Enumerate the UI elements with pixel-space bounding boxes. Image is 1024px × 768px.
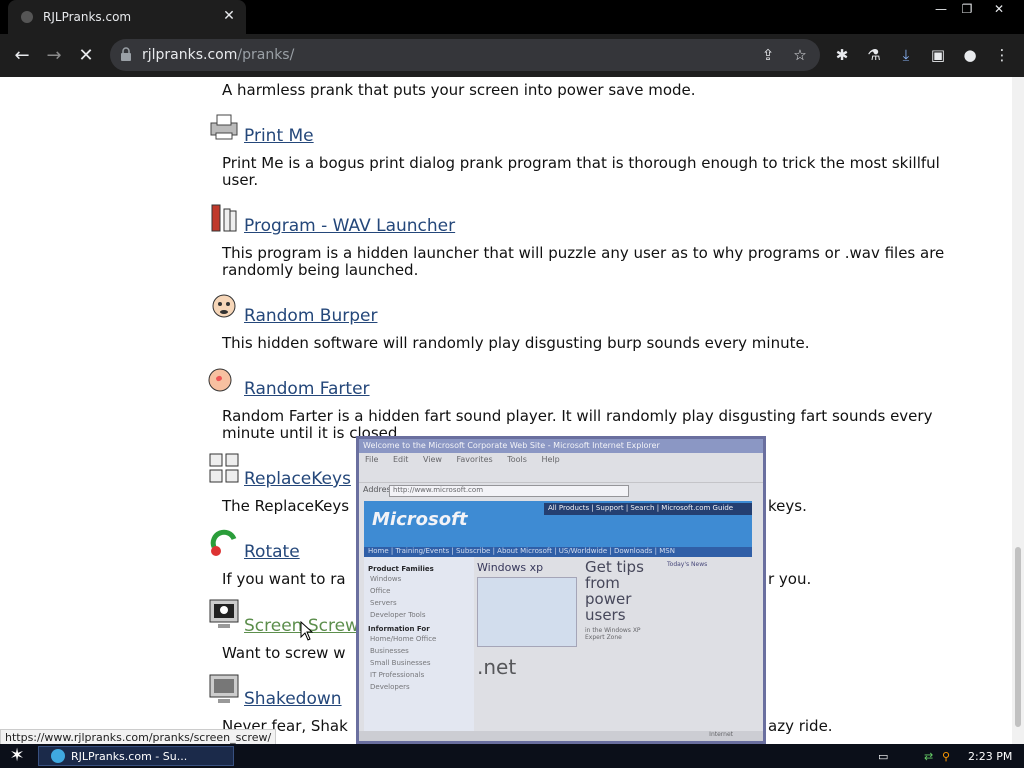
link-status-url: https://www.rjlpranks.com/pranks/screen_…	[0, 729, 277, 745]
get-tips-headline: Get tips from power users	[585, 558, 644, 624]
forward-icon[interactable]: →	[40, 42, 68, 70]
printer-icon	[210, 114, 238, 140]
get-tips-subtext: in the Windows XP Expert Zone	[585, 627, 641, 641]
ms-link[interactable]: Servers	[368, 597, 470, 609]
ms-link[interactable]: Businesses	[368, 645, 470, 657]
ie-window: Welcome to the Microsoft Corporate Web S…	[359, 439, 763, 741]
stop-icon[interactable]: ✕	[72, 42, 100, 70]
prank-link-replacekeys[interactable]: ReplaceKeys	[244, 469, 351, 489]
prank-desc-rotate: If you want to ra	[222, 570, 346, 588]
address-bar[interactable]: rjlpranks.com/pranks/ ⇪ ☆	[110, 39, 820, 71]
windows-xp-logo: Windows xp	[477, 561, 544, 574]
ms-left-column: Product Families Windows Office Servers …	[364, 557, 474, 737]
labs-flask-icon[interactable]: ⚗	[862, 43, 886, 67]
url-text: rjlpranks.com/pranks/	[142, 47, 295, 63]
ie-title: Welcome to the Microsoft Corporate Web S…	[359, 439, 763, 453]
keys-icon	[209, 453, 239, 483]
prank-desc-power-save: A harmless prank that puts your screen i…	[222, 81, 696, 99]
ms-link[interactable]: Developers	[368, 681, 470, 693]
skull-monitor-icon	[209, 599, 239, 628]
tab-strip: RJLPranks.com ✕ — ❐ ✕	[0, 0, 1024, 34]
prank-link-print-me[interactable]: Print Me	[244, 126, 314, 146]
taskbar: ✶ RJLPranks.com - Su... ▭ ⇄ ⚲ 2:23 PM	[0, 744, 1024, 768]
ms-link[interactable]: Office	[368, 585, 470, 597]
rotate-icon	[210, 529, 237, 556]
scrollbar-thumb[interactable]	[1015, 547, 1021, 727]
search-icon[interactable]: ⚲	[942, 750, 950, 763]
prank-desc-print-me: Print Me is a bogus print dialog prank p…	[222, 154, 940, 189]
prank-desc-screen-screw: Want to screw w	[222, 644, 346, 662]
tab-rjlpranks[interactable]: RJLPranks.com ✕	[8, 0, 246, 34]
ie-menu-view[interactable]: View	[423, 455, 442, 464]
ie-menu-help[interactable]: Help	[541, 455, 559, 464]
ms-right-column: Today's News	[663, 557, 749, 737]
lock-icon	[121, 47, 131, 61]
prank-link-random-farter[interactable]: Random Farter	[244, 379, 370, 399]
ms-link[interactable]: Developer Tools	[368, 609, 470, 621]
farter-icon	[208, 368, 232, 392]
prank-desc-shakedown-tail: azy ride.	[768, 717, 833, 735]
ms-link[interactable]: Windows	[368, 573, 470, 585]
ie-menu: File Edit View Favorites Tools Help	[359, 453, 763, 467]
ie-address-row: Address http://www.microsoft.com	[359, 483, 763, 499]
taskbar-item-label: RJLPranks.com - Su...	[71, 750, 188, 763]
ms-main-column: Windows xp Get tips from power users in …	[477, 557, 657, 737]
ms-heading-product-families: Product Families	[368, 565, 434, 573]
keyboard-icon[interactable]: ▭	[878, 750, 888, 763]
download-icon[interactable]: ⤓	[894, 43, 918, 67]
launcher-icon	[211, 204, 237, 232]
ie-toolbar	[359, 467, 763, 483]
ie-status-bar: Internet	[359, 731, 763, 741]
start-star-icon[interactable]: ✶	[6, 746, 28, 766]
menu-kebab-icon[interactable]: ⋮	[990, 43, 1014, 67]
ms-news-heading: Today's News	[667, 561, 708, 568]
page-scrollbar[interactable]	[1012, 77, 1024, 744]
browser-toolbar: ← → ✕ rjlpranks.com/pranks/ ⇪ ☆ ✱ ⚗ ⤓ ▣ …	[0, 34, 1024, 77]
prank-link-rotate[interactable]: Rotate	[244, 542, 300, 562]
close-window-button[interactable]: ✕	[984, 0, 1014, 18]
prank-desc-replacekeys: The ReplaceKeys	[222, 497, 350, 515]
taskbar-item-browser[interactable]: RJLPranks.com - Su...	[38, 746, 234, 766]
windows-tools-image	[477, 577, 577, 647]
prank-link-wav-launcher[interactable]: Program - WAV Launcher	[244, 216, 455, 236]
ms-topnav: All Products | Support | Search | Micros…	[544, 503, 752, 515]
restore-button[interactable]: ❐	[952, 0, 982, 18]
back-icon[interactable]: ←	[8, 42, 36, 70]
microsoft-logo: Microsoft	[372, 509, 468, 530]
ms-header: Microsoft All Products | Support | Searc…	[364, 501, 752, 547]
prank-desc-wav-launcher: This program is a hidden launcher that w…	[222, 244, 945, 279]
ie-menu-edit[interactable]: Edit	[393, 455, 409, 464]
share-icon[interactable]: ⇪	[756, 43, 780, 67]
ms-link[interactable]: Small Businesses	[368, 657, 470, 669]
ms-link[interactable]: IT Professionals	[368, 669, 470, 681]
chrome-icon	[51, 749, 65, 763]
ie-menu-favorites[interactable]: Favorites	[457, 455, 493, 464]
ie-address-input[interactable]: http://www.microsoft.com	[389, 485, 629, 497]
clock[interactable]: 2:23 PM	[968, 750, 1012, 763]
prank-desc-replacekeys-tail: keys.	[768, 497, 807, 515]
mouse-cursor-icon	[300, 621, 314, 641]
prank-desc-rotate-tail: r you.	[768, 570, 812, 588]
prank-desc-random-burper: This hidden software will randomly play …	[222, 334, 810, 352]
bookmark-star-icon[interactable]: ☆	[788, 43, 812, 67]
extensions-icon[interactable]: ✱	[830, 43, 854, 67]
ie-menu-tools[interactable]: Tools	[507, 455, 527, 464]
tab-title: RJLPranks.com	[43, 10, 132, 24]
burper-face-icon	[212, 294, 236, 318]
ms-link[interactable]: Home/Home Office	[368, 633, 470, 645]
prank-link-shakedown[interactable]: Shakedown	[244, 689, 342, 709]
dotnet-logo: .net	[477, 655, 517, 679]
ie-menu-file[interactable]: File	[365, 455, 378, 464]
ms-heading-information-for: Information For	[368, 625, 430, 633]
screen-screw-overlay: Welcome to the Microsoft Corporate Web S…	[356, 436, 766, 744]
prank-link-random-burper[interactable]: Random Burper	[244, 306, 377, 326]
close-tab-icon[interactable]: ✕	[220, 7, 238, 25]
profile-avatar-icon[interactable]: ●	[958, 43, 982, 67]
ms-subnav: Home | Training/Events | Subscribe | Abo…	[364, 547, 752, 557]
monitor-icon	[209, 674, 239, 703]
side-panel-icon[interactable]: ▣	[926, 43, 950, 67]
favicon-icon	[21, 11, 33, 23]
network-icon[interactable]: ⇄	[924, 750, 933, 763]
